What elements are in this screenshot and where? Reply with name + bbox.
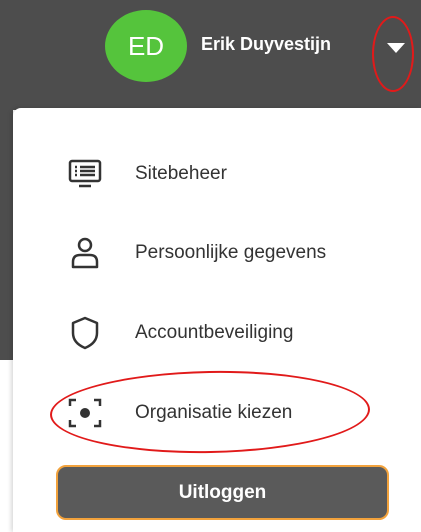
avatar[interactable]: ED: [105, 10, 187, 82]
avatar-initials: ED: [127, 30, 165, 61]
menu-item-label: Organisatie kiezen: [135, 402, 293, 423]
top-bar: ED Erik Duyvestijn: [0, 0, 421, 110]
menu-item-sitebeheer[interactable]: Sitebeheer: [13, 149, 413, 199]
site-admin-icon: [65, 154, 105, 194]
user-name[interactable]: Erik Duyvestijn: [201, 34, 373, 55]
menu-item-label: Accountbeveiliging: [135, 322, 294, 343]
user-icon: [65, 233, 105, 273]
background-strip: [0, 110, 13, 360]
focus-frame-icon: [65, 393, 105, 433]
menu-item-organisatie-kiezen[interactable]: Organisatie kiezen: [13, 388, 413, 438]
menu-item-accountbeveiliging[interactable]: Accountbeveiliging: [13, 308, 413, 358]
menu-item-label: Sitebeheer: [135, 163, 227, 184]
shield-icon: [65, 313, 105, 353]
menu-item-persoonlijke-gegevens[interactable]: Persoonlijke gegevens: [13, 228, 413, 278]
user-dropdown-menu: Sitebeheer Persoonlijke gegevens Account…: [13, 108, 421, 532]
caret-down-icon: [387, 43, 405, 53]
logout-button[interactable]: Uitloggen: [56, 465, 389, 520]
menu-item-label: Persoonlijke gegevens: [135, 242, 327, 263]
user-menu-toggle-button[interactable]: [376, 22, 416, 74]
page: ED Erik Duyvestijn Sitebeheer Persoonlij…: [0, 0, 421, 532]
